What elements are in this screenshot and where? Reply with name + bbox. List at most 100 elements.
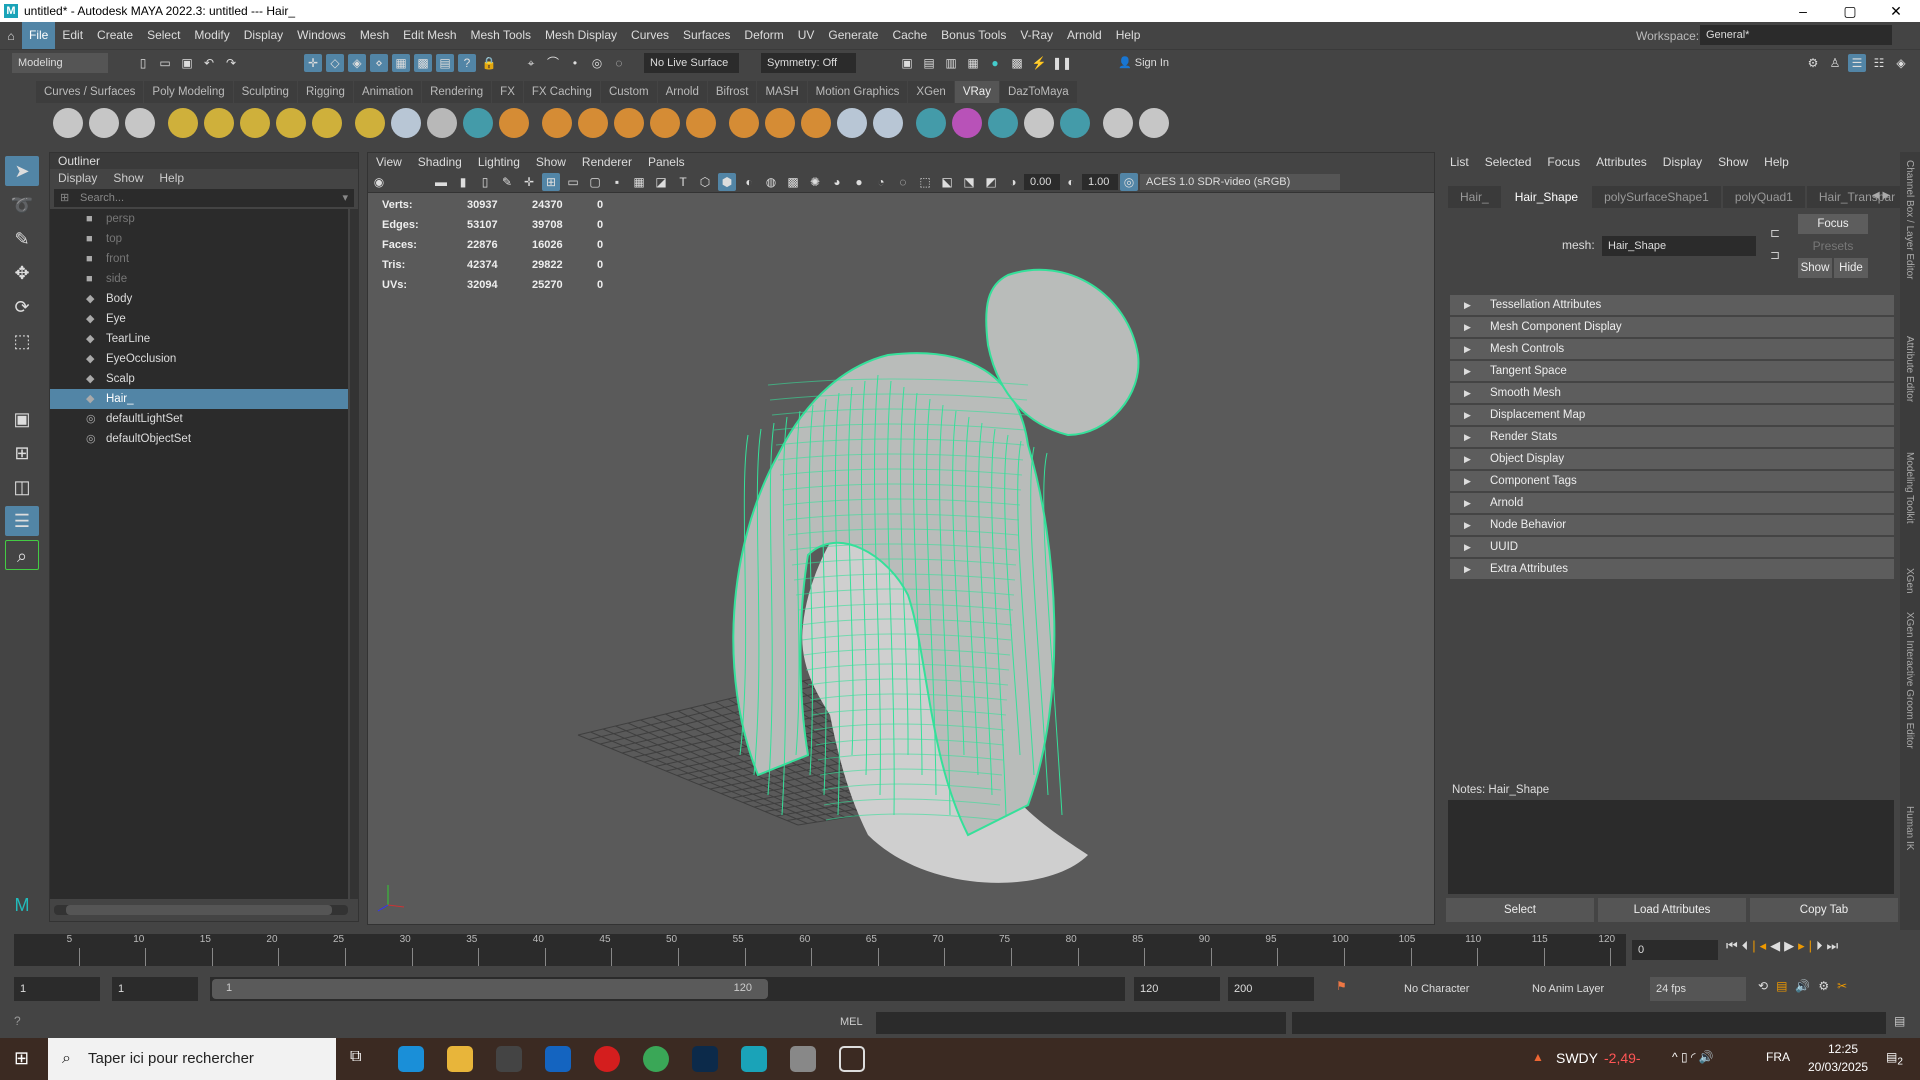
- grid-toggle-icon[interactable]: ⊞: [542, 172, 560, 191]
- vray-shelf-tool-icon[interactable]: [427, 108, 457, 138]
- ae-menu-list[interactable]: List: [1442, 152, 1477, 172]
- channel-box-icon[interactable]: ◈: [1892, 54, 1910, 72]
- side-tab-attribute-editor[interactable]: Attribute Editor: [1904, 336, 1915, 402]
- film-gate-icon[interactable]: ▭: [564, 173, 582, 191]
- vray-shelf-tool-icon[interactable]: [168, 108, 198, 138]
- xray-components-icon[interactable]: ◩: [982, 173, 1000, 191]
- vray-shelf-tool-icon[interactable]: [916, 108, 946, 138]
- select-face-icon[interactable]: ▩: [414, 54, 432, 72]
- menu-surfaces[interactable]: Surfaces: [676, 22, 737, 49]
- 2d-pan-icon[interactable]: ✛: [520, 173, 538, 191]
- shelf-tab-fx-caching[interactable]: FX Caching: [523, 81, 600, 103]
- outliner-item[interactable]: ◎ defaultLightSet: [50, 409, 348, 429]
- language-indicator[interactable]: FRA: [1766, 1050, 1790, 1064]
- select-hierarchy-icon[interactable]: ✛: [304, 54, 322, 72]
- outliner-item[interactable]: ◆ TearLine: [50, 329, 348, 349]
- script-language-label[interactable]: MEL: [840, 1016, 863, 1028]
- vray-shelf-tool-icon[interactable]: [125, 108, 155, 138]
- key-ticks-icon[interactable]: ▤: [1776, 979, 1795, 993]
- maya-taskbar-icon[interactable]: [741, 1046, 767, 1072]
- vray-shelf-tool-icon[interactable]: [650, 108, 680, 138]
- edge-icon[interactable]: [398, 1046, 424, 1072]
- xray-active-icon[interactable]: ⬔: [960, 173, 978, 191]
- menu-curves[interactable]: Curves: [624, 22, 676, 49]
- go-to-end-icon[interactable]: ⏭: [1827, 938, 1843, 954]
- shelf-tab-poly-modeling[interactable]: Poly Modeling: [144, 81, 233, 103]
- viewport-menu-renderer[interactable]: Renderer: [574, 153, 640, 171]
- select-component-icon[interactable]: ◈: [348, 54, 366, 72]
- single-view-icon[interactable]: ▣: [5, 404, 39, 434]
- menu-edit-mesh[interactable]: Edit Mesh: [396, 22, 463, 49]
- ae-section-mesh-controls[interactable]: Mesh Controls: [1450, 339, 1894, 359]
- chrome-icon[interactable]: [643, 1046, 669, 1072]
- ae-menu-focus[interactable]: Focus: [1539, 152, 1588, 172]
- four-view-icon[interactable]: ⊞: [5, 438, 39, 468]
- vray-shelf-tool-icon[interactable]: [873, 108, 903, 138]
- ae-section-tessellation-attributes[interactable]: Tessellation Attributes: [1450, 295, 1894, 315]
- go-to-start-icon[interactable]: ⏮: [1726, 938, 1742, 954]
- ae-section-arnold[interactable]: Arnold: [1450, 493, 1894, 513]
- menu-file[interactable]: File: [22, 22, 56, 49]
- side-tab-xgen-interactive-groom-editor[interactable]: XGen Interactive Groom Editor: [1904, 612, 1915, 749]
- ae-menu-show[interactable]: Show: [1710, 152, 1756, 172]
- menu-uv[interactable]: UV: [791, 22, 822, 49]
- outlook-icon[interactable]: [545, 1046, 571, 1072]
- app-icon[interactable]: [790, 1046, 816, 1072]
- vray-shelf-tool-icon[interactable]: [276, 108, 306, 138]
- ae-menu-display[interactable]: Display: [1655, 152, 1710, 172]
- minimize-button[interactable]: –: [1783, 0, 1823, 22]
- shelf-tab-animation[interactable]: Animation: [353, 81, 422, 103]
- shelf-tab-curves-surfaces[interactable]: Curves / Surfaces: [36, 81, 144, 103]
- outliner-item[interactable]: ◎ defaultObjectSet: [50, 429, 348, 449]
- vray-shelf-tool-icon[interactable]: [837, 108, 867, 138]
- step-back-frame-icon[interactable]: |◂: [1752, 938, 1770, 954]
- bookmark-icon[interactable]: ▮: [454, 173, 472, 191]
- vray-shelf-tool-icon[interactable]: [765, 108, 795, 138]
- outliner-search-input[interactable]: ⊞ Search... ▾: [54, 189, 354, 207]
- ae-menu-selected[interactable]: Selected: [1477, 152, 1540, 172]
- output-connections-icon[interactable]: ⊐: [1770, 248, 1780, 262]
- select-uv-icon[interactable]: ▤: [436, 54, 454, 72]
- anim-end-field[interactable]: 120: [1134, 977, 1220, 1001]
- persp-outliner-icon[interactable]: ◫: [5, 472, 39, 502]
- menu-v-ray[interactable]: V-Ray: [1013, 22, 1060, 49]
- shelf-tab-sculpting[interactable]: Sculpting: [233, 81, 297, 103]
- side-tab-human-ik[interactable]: Human IK: [1904, 806, 1915, 850]
- outliner-item[interactable]: ◆ Body: [50, 289, 348, 309]
- anim-prefs-icon[interactable]: ⚙: [1818, 979, 1837, 993]
- vray-shelf-tool-icon[interactable]: [729, 108, 759, 138]
- outliner-item[interactable]: ◆ Scalp: [50, 369, 348, 389]
- clock-date[interactable]: 20/03/2025: [1808, 1060, 1868, 1074]
- script-editor-icon[interactable]: ▤: [1894, 1014, 1905, 1028]
- new-scene-icon[interactable]: ▯: [134, 54, 152, 72]
- outliner-layout-icon[interactable]: ☰: [5, 506, 39, 536]
- redo-icon[interactable]: ↷: [222, 54, 240, 72]
- vray-shelf-tool-icon[interactable]: [686, 108, 716, 138]
- windows-start-icon[interactable]: ⊞: [14, 1048, 29, 1069]
- outliner-menu-show[interactable]: Show: [105, 169, 151, 187]
- smooth-shade-icon[interactable]: ⬢: [718, 172, 736, 191]
- menu-create[interactable]: Create: [90, 22, 140, 49]
- vray-shelf-tool-icon[interactable]: [1060, 108, 1090, 138]
- step-back-key-icon[interactable]: ⏴: [1742, 938, 1753, 954]
- save-scene-icon[interactable]: ▣: [178, 54, 196, 72]
- menu-set-select[interactable]: Modeling: [12, 53, 108, 73]
- outliner-item[interactable]: ◆ Eye: [50, 309, 348, 329]
- vray-shelf-tool-icon[interactable]: [204, 108, 234, 138]
- ae-section-component-tags[interactable]: Component Tags: [1450, 471, 1894, 491]
- viewport-menu-shading[interactable]: Shading: [410, 153, 470, 171]
- rotate-tool-icon[interactable]: ⟳: [5, 292, 39, 322]
- xray-joints-icon[interactable]: ⬕: [938, 173, 956, 191]
- menu-arnold[interactable]: Arnold: [1060, 22, 1109, 49]
- current-frame-field[interactable]: 0: [1632, 940, 1718, 960]
- ae-section-object-display[interactable]: Object Display: [1450, 449, 1894, 469]
- gamma-icon[interactable]: ◐: [1062, 173, 1080, 191]
- render-seq-icon[interactable]: ▤: [920, 54, 938, 72]
- cache-icon[interactable]: ✂: [1837, 979, 1855, 993]
- color-management-icon[interactable]: ◎: [1120, 172, 1138, 191]
- taskbar-search-input[interactable]: ⌕ Taper ici pour rechercher: [48, 1038, 336, 1080]
- render-view-icon[interactable]: ▩: [1008, 54, 1026, 72]
- ae-select-button[interactable]: Select: [1446, 898, 1594, 922]
- outliner-hscrollbar[interactable]: [54, 905, 348, 915]
- menu-deform[interactable]: Deform: [737, 22, 790, 49]
